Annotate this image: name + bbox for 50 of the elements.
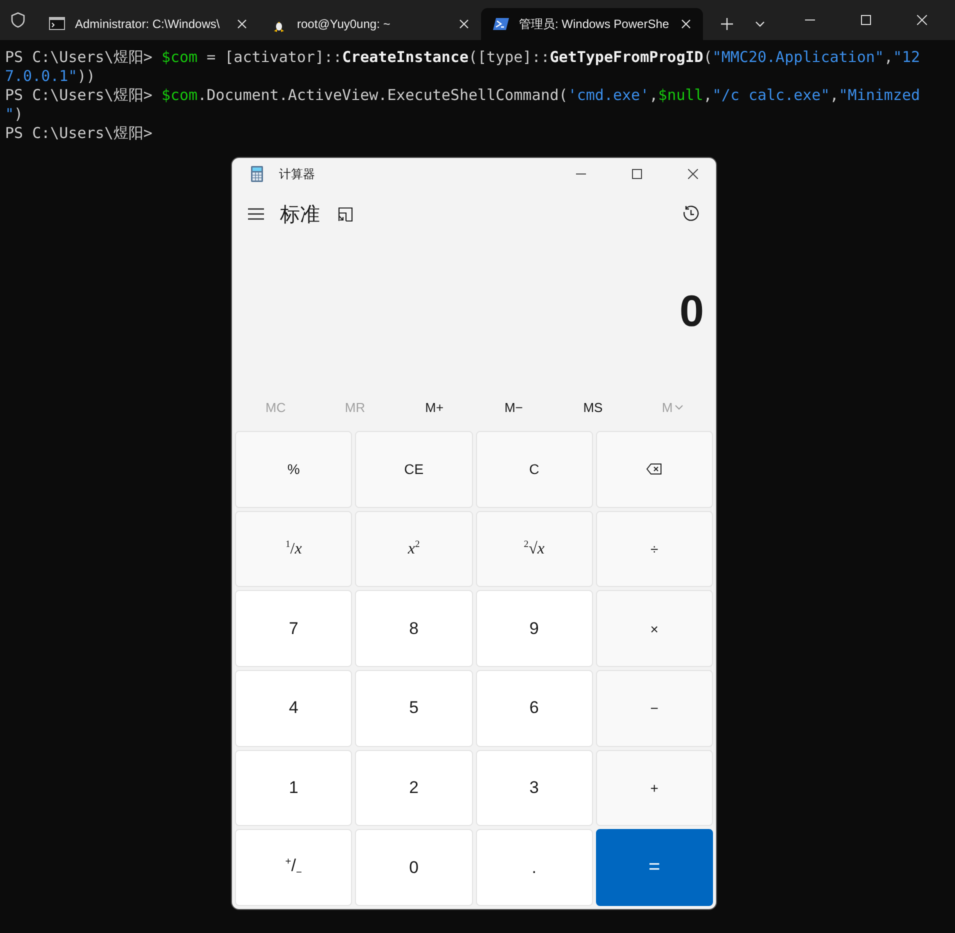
plus-icon[interactable] xyxy=(721,18,733,30)
key-button[interactable]: 6 xyxy=(476,670,593,747)
window-title: 计算器 xyxy=(279,166,315,182)
key-button[interactable]: x$^{2}$ xyxy=(355,510,472,588)
history-icon[interactable] xyxy=(682,205,700,223)
console-icon xyxy=(49,16,65,32)
key-button[interactable]: 4 xyxy=(235,670,352,747)
key-button[interactable]: 5 xyxy=(355,670,472,747)
console-line: 7.0.0.1")) xyxy=(5,67,96,86)
key-button[interactable]: 1 xyxy=(235,750,352,826)
key-button[interactable]: $^{+}$/$_{−}$ xyxy=(235,829,352,906)
menu-icon[interactable] xyxy=(248,208,264,220)
key-button[interactable]: 7 xyxy=(235,590,352,667)
console-line: PS C:\Users\煜阳> $com = [activator]::CreateInstance([type]::GetTypeFromProgID("MMC20.Application","12 xyxy=(5,48,920,67)
maximize-icon[interactable] xyxy=(632,169,642,179)
key-button[interactable]: + xyxy=(596,750,713,826)
keep-on-top-icon[interactable] xyxy=(338,206,353,222)
powershell-icon xyxy=(493,16,509,32)
memory-button[interactable]: M+ xyxy=(394,386,474,428)
key-button[interactable]: − xyxy=(596,670,713,747)
calculator-icon xyxy=(251,166,263,182)
chevron-down-icon xyxy=(674,404,683,410)
memory-button[interactable]: MS xyxy=(553,386,633,428)
console-line: PS C:\Users\煜阳> $com.Document.ActiveView.ExecuteShellCommand('cmd.exe',$null,"/c calc.exe","Minimzed xyxy=(5,86,920,105)
display-value: 0 xyxy=(680,287,704,337)
close-icon[interactable] xyxy=(688,169,698,179)
console-line: ") xyxy=(5,105,24,124)
key-button[interactable]: $^{1}$/x xyxy=(235,510,352,588)
key-button[interactable]: = xyxy=(596,829,713,906)
key-button[interactable]: 8 xyxy=(355,590,472,667)
shield-icon xyxy=(11,12,25,28)
key-button[interactable]: % xyxy=(235,431,352,508)
key-button[interactable]: ÷ xyxy=(596,510,713,588)
memory-button[interactable]: M− xyxy=(474,386,554,428)
key-button[interactable]: 3 xyxy=(476,750,593,826)
key-button[interactable]: 2 xyxy=(355,750,472,826)
key-button[interactable]: $^{2}$√x xyxy=(476,510,593,588)
mode-title: 标准 xyxy=(280,202,320,228)
key-button[interactable]: 0 xyxy=(355,829,472,906)
key-button[interactable]: CE xyxy=(355,431,472,508)
terminal-tab[interactable]: Administrator: C:\Windows\ xyxy=(37,8,259,40)
key-button[interactable]: . xyxy=(476,829,593,906)
terminal-tab[interactable]: root@Yuy0ung: ~ xyxy=(259,8,481,40)
console-line: PS C:\Users\煜阳> xyxy=(5,124,152,143)
key-button[interactable]: × xyxy=(596,590,713,667)
chevron-down-icon[interactable] xyxy=(755,21,765,27)
backspace-icon xyxy=(646,463,662,476)
terminal-tab[interactable]: 管理员: Windows PowerShe xyxy=(481,8,703,40)
key-button[interactable]: C xyxy=(476,431,593,508)
key-button[interactable]: 9 xyxy=(476,590,593,667)
